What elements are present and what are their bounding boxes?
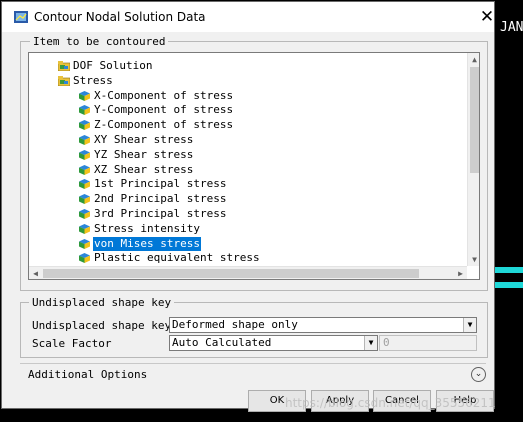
additional-options-label[interactable]: Additional Options xyxy=(28,368,147,381)
cube-icon xyxy=(79,164,90,175)
cube-icon xyxy=(79,149,90,160)
tree-item[interactable]: 1st Principal stress xyxy=(79,177,459,191)
scroll-up-icon[interactable]: ▲ xyxy=(468,53,479,66)
tree-item[interactable]: 2nd Principal stress xyxy=(79,192,459,206)
cube-icon xyxy=(79,105,90,116)
tree-item-label: Stress xyxy=(73,73,113,87)
dropdown-arrow-icon[interactable]: ▼ xyxy=(364,336,377,350)
shape-key-value: Deformed shape only xyxy=(172,318,298,331)
tree-item[interactable]: X-Component of stress xyxy=(79,89,459,103)
tree-item[interactable]: Stress xyxy=(57,73,459,88)
scale-factor-input[interactable]: 0 xyxy=(379,335,477,351)
cube-icon xyxy=(79,238,90,249)
cube-icon xyxy=(79,253,90,264)
scale-factor-value: Auto Calculated xyxy=(172,336,272,349)
cube-icon xyxy=(79,223,90,234)
result-tree[interactable]: DOF Solution Stress X-Component of stress Y… xyxy=(28,52,480,280)
scale-factor-select[interactable]: Auto Calculated ▼ xyxy=(169,335,378,351)
close-icon[interactable]: ✕ xyxy=(474,5,500,29)
cube-icon xyxy=(79,179,90,190)
tree-item-label: DOF Solution xyxy=(73,59,153,72)
scale-factor-label: Scale Factor xyxy=(32,337,112,350)
cube-icon xyxy=(79,120,90,131)
scroll-down-icon[interactable]: ▼ xyxy=(468,253,479,266)
tree-item-label: Stress intensity xyxy=(94,221,200,235)
dialog-window: Contour Nodal Solution Data ✕ Item to be… xyxy=(1,1,495,412)
tree-item-label: Plastic equivalent stress xyxy=(94,251,260,265)
scroll-right-icon[interactable]: ▶ xyxy=(454,267,467,279)
item-group-label: Item to be contoured xyxy=(30,35,169,48)
tree-vertical-scrollbar[interactable]: ▲ ▼ xyxy=(467,53,479,266)
tree-item[interactable]: XY Shear stress xyxy=(79,133,459,147)
tree-item-label: Y-Component of stress xyxy=(94,103,234,117)
scroll-left-icon[interactable]: ◀ xyxy=(29,267,42,279)
tree-item-label: 1st Principal stress xyxy=(94,177,227,191)
horizontal-scroll-thumb[interactable] xyxy=(43,269,419,278)
app-icon xyxy=(14,11,28,23)
shape-key-select[interactable]: Deformed shape only ▼ xyxy=(169,317,477,333)
undisplaced-group-label: Undisplaced shape key xyxy=(29,296,175,309)
separator xyxy=(20,363,486,364)
tree-item-label: XY Shear stress xyxy=(94,133,194,146)
background-band-bottom xyxy=(494,282,523,288)
tree-item-label: von Mises stress xyxy=(93,236,201,251)
vertical-scroll-thumb[interactable] xyxy=(470,67,479,173)
tree-item[interactable]: DOF Solution xyxy=(57,59,459,73)
tree-item[interactable]: Z-Component of stress xyxy=(79,118,459,132)
expand-icon[interactable]: ⌄ xyxy=(471,367,486,382)
folder-open-icon xyxy=(57,75,71,87)
cube-icon xyxy=(79,194,90,205)
tree-item-label: 2nd Principal stress xyxy=(94,192,227,206)
tree-item-label: XZ Shear stress xyxy=(94,162,194,176)
tree-item[interactable]: Y-Component of stress xyxy=(79,103,459,117)
tree-item[interactable]: Stress intensity xyxy=(79,222,459,236)
tree-item-label: Z-Component of stress xyxy=(94,118,234,132)
watermark: https://blog.csdn.net/qq_35556211 xyxy=(285,396,496,410)
tree-item[interactable]: von Mises stress xyxy=(79,236,459,251)
tree-horizontal-scrollbar[interactable]: ◀ ▶ xyxy=(29,266,467,279)
tree-item-label: X-Component of stress xyxy=(94,88,234,102)
dialog-title: Contour Nodal Solution Data xyxy=(34,10,206,24)
background-band-top xyxy=(494,267,523,273)
tree-item[interactable]: 3rd Principal stress xyxy=(79,207,459,221)
tree-item-label: 3rd Principal stress xyxy=(94,207,227,220)
tree-item[interactable]: XZ Shear stress xyxy=(79,163,459,177)
background-text: JAN xyxy=(500,20,523,35)
folder-icon xyxy=(57,61,71,72)
tree-item-label: YZ Shear stress xyxy=(94,147,194,161)
shape-key-label: Undisplaced shape key xyxy=(32,319,172,332)
cube-icon xyxy=(79,90,90,101)
cube-icon xyxy=(79,135,90,145)
cube-icon xyxy=(79,209,90,219)
title-bar[interactable]: Contour Nodal Solution Data ✕ xyxy=(2,2,494,32)
dropdown-arrow-icon[interactable]: ▼ xyxy=(463,318,476,332)
tree-item[interactable]: Plastic equivalent stress xyxy=(79,251,459,265)
tree-item[interactable]: YZ Shear stress xyxy=(79,148,459,162)
